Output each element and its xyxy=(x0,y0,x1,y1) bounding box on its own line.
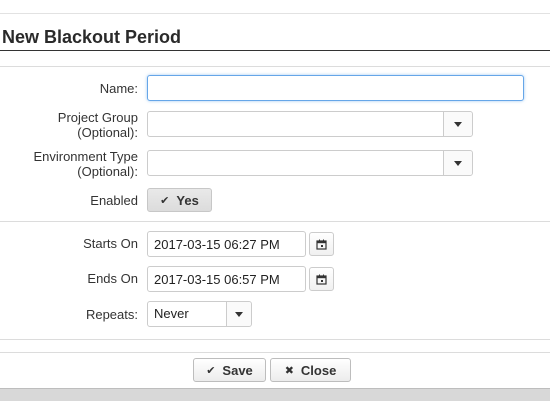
top-strip xyxy=(0,0,550,14)
environment-type-label: Environment Type (Optional): xyxy=(33,149,138,179)
repeats-select[interactable]: Never xyxy=(147,301,252,327)
footer-divider xyxy=(0,352,550,353)
name-input[interactable] xyxy=(147,75,524,101)
repeats-label: Repeats: xyxy=(85,307,138,322)
section-divider-middle xyxy=(0,221,550,222)
environment-type-label-line1: Environment Type xyxy=(33,149,138,164)
project-group-label: Project Group (Optional): xyxy=(58,110,138,140)
dialog-title: New Blackout Period xyxy=(2,27,182,47)
starts-on-calendar-button[interactable] xyxy=(309,232,334,256)
environment-type-dropdown-button[interactable] xyxy=(443,151,472,175)
chevron-down-icon xyxy=(454,160,462,166)
project-group-select[interactable] xyxy=(147,111,473,137)
title-divider xyxy=(0,50,550,51)
environment-type-label-line2: (Optional): xyxy=(77,164,138,179)
enabled-label: Enabled xyxy=(90,193,138,208)
project-group-dropdown-button[interactable] xyxy=(443,112,472,136)
x-icon: ✖ xyxy=(284,364,294,377)
ends-on-calendar-button[interactable] xyxy=(309,267,334,291)
project-group-label-line2: (Optional): xyxy=(77,125,138,140)
window-bottom-bar xyxy=(0,388,550,401)
enabled-toggle-label: Yes xyxy=(176,192,199,208)
project-group-label-line1: Project Group xyxy=(57,110,138,125)
starts-on-label: Starts On xyxy=(83,236,138,251)
starts-on-input[interactable] xyxy=(147,231,306,257)
name-label: Name: xyxy=(99,81,138,96)
chevron-down-icon xyxy=(235,311,243,317)
save-button[interactable]: ✔ Save xyxy=(193,358,266,382)
ends-on-input[interactable] xyxy=(147,266,306,292)
section-divider-top xyxy=(0,66,550,67)
environment-type-select[interactable] xyxy=(147,150,473,176)
close-button-label: Close xyxy=(300,362,337,378)
check-icon: ✔ xyxy=(160,194,170,207)
calendar-icon xyxy=(316,239,327,250)
save-button-label: Save xyxy=(222,362,253,378)
repeats-value: Never xyxy=(154,306,189,321)
enabled-toggle[interactable]: ✔ Yes xyxy=(147,188,212,212)
repeats-dropdown-button[interactable] xyxy=(226,302,251,326)
section-divider-bottom xyxy=(0,339,550,340)
close-button[interactable]: ✖ Close xyxy=(270,358,351,382)
ends-on-label: Ends On xyxy=(87,271,138,286)
check-icon: ✔ xyxy=(206,364,216,377)
chevron-down-icon xyxy=(454,121,462,127)
calendar-icon xyxy=(316,274,327,285)
